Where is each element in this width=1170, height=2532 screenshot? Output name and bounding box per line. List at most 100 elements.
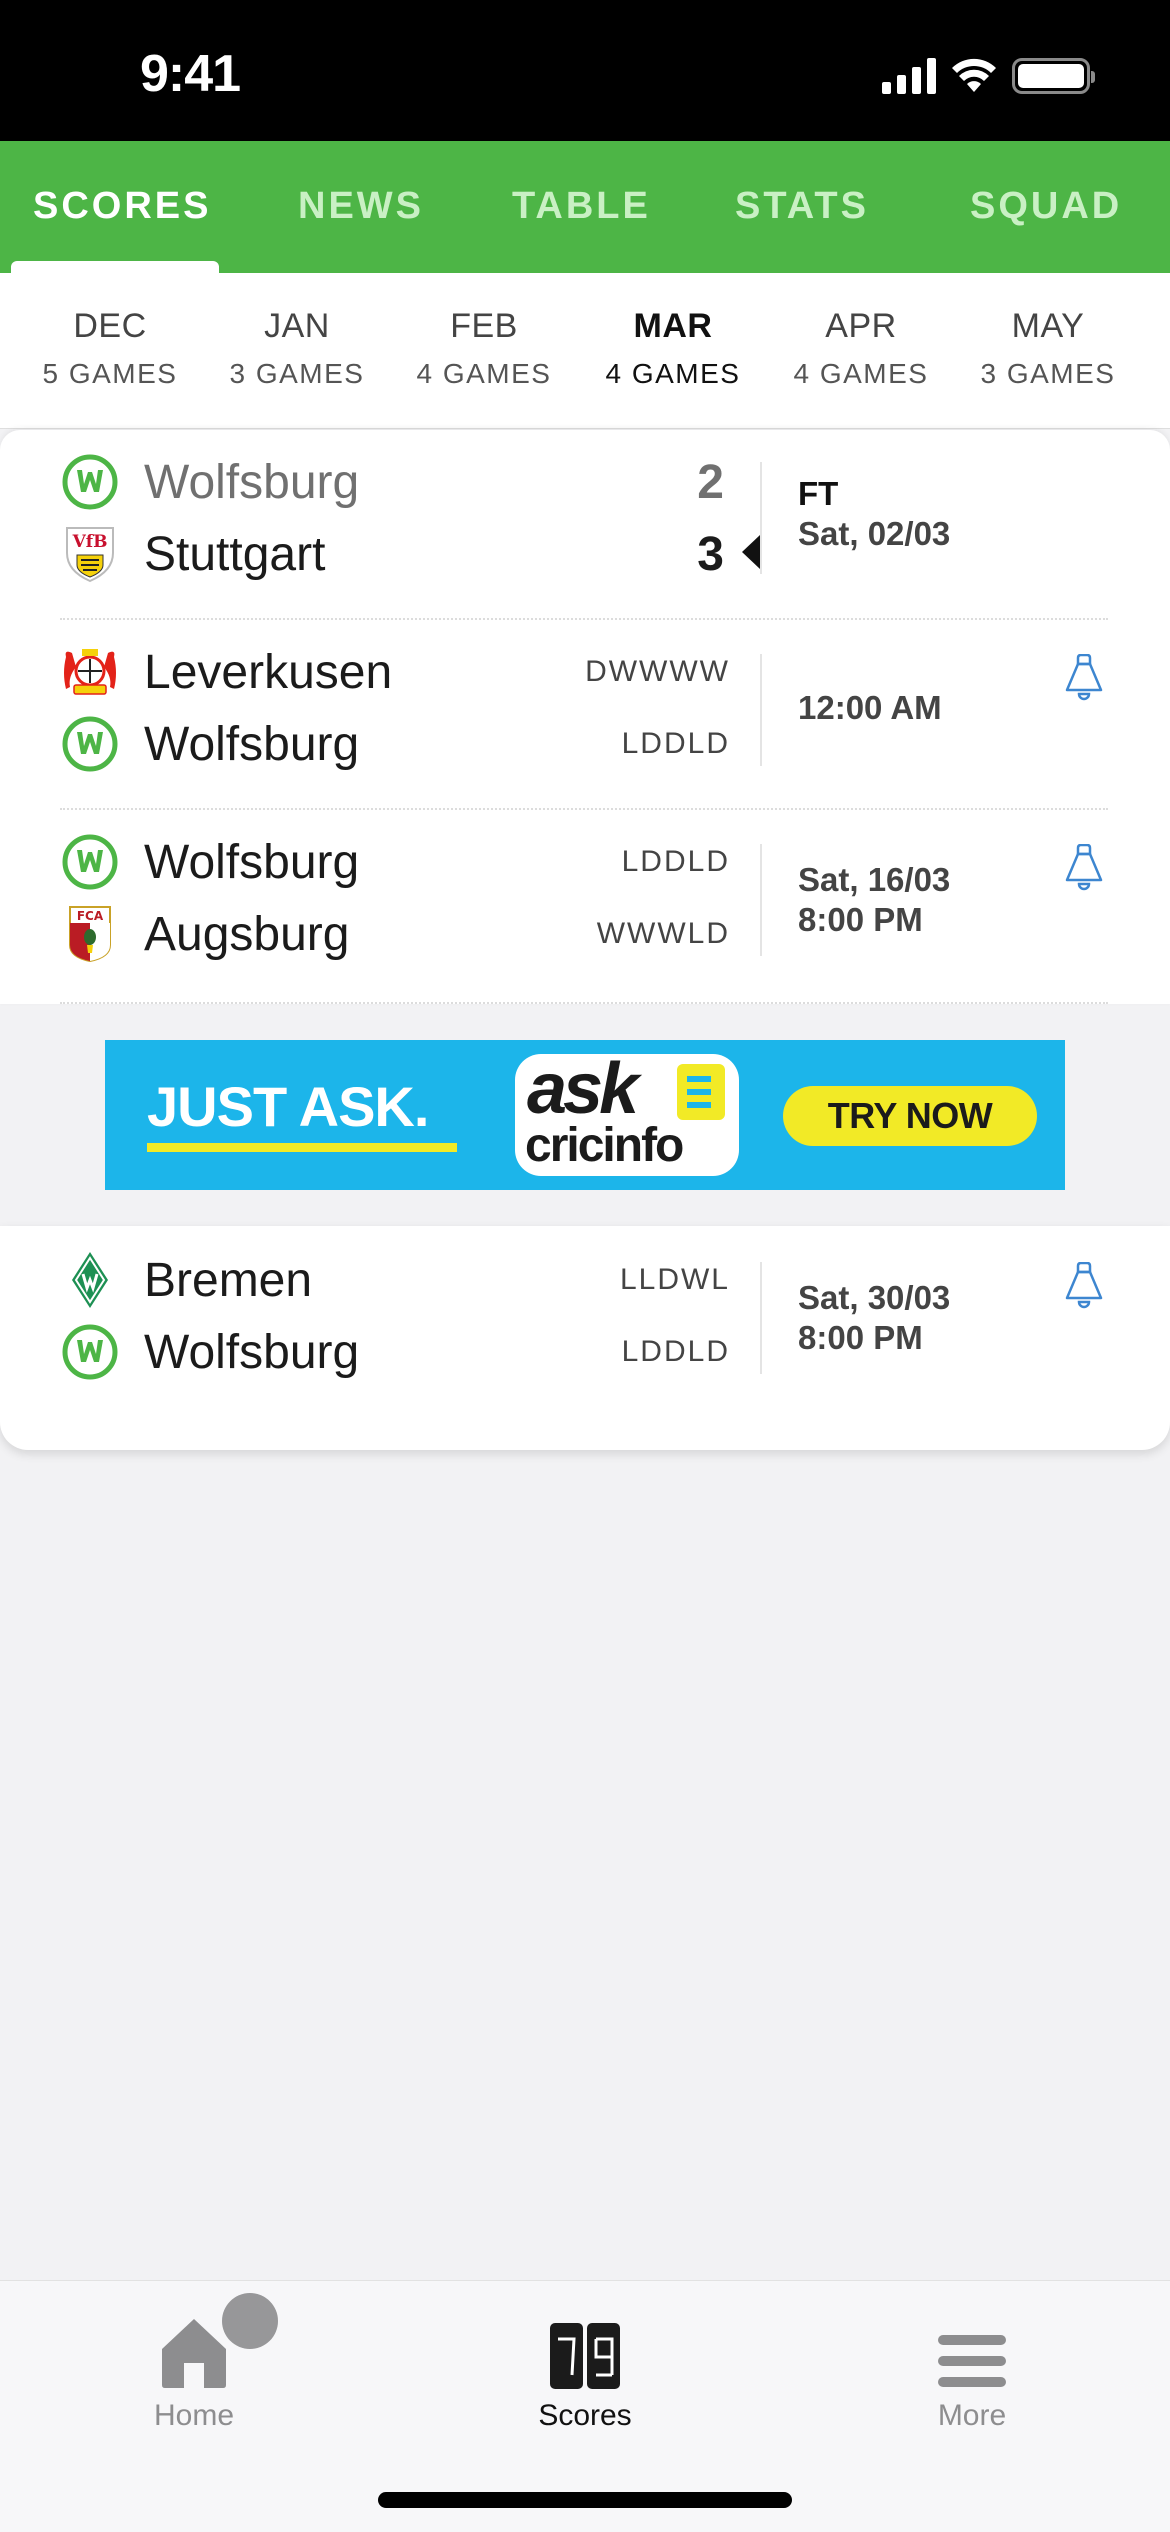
away-team: VfB Stuttgart 3 — [60, 524, 730, 584]
ad-headline: JUST ASK. — [147, 1075, 429, 1138]
bell-icon[interactable] — [1062, 1262, 1106, 1314]
wifi-icon — [952, 58, 996, 92]
away-team: FCA Augsburg WWWLD — [60, 904, 730, 964]
match-date: Sat, 30/03 — [798, 1279, 951, 1316]
team-score: 3 — [697, 527, 724, 581]
home-indicator[interactable] — [378, 2492, 792, 2508]
match-row[interactable]: Wolfsburg LDDLD FCA Augsburg WWWLD Sat, … — [0, 810, 1170, 1000]
month-mar[interactable]: MAR 4 GAMES — [580, 307, 766, 390]
wolfsburg-crest-icon — [60, 452, 120, 512]
notification-badge — [222, 2293, 278, 2349]
wolfsburg-crest-icon — [60, 832, 120, 892]
month-jan[interactable]: JAN 3 GAMES — [204, 307, 390, 390]
svg-text:FCA: FCA — [77, 909, 104, 923]
column-divider — [760, 1262, 762, 1374]
match-row[interactable]: Bremen LLDWL Wolfsburg LDDLD Sat, 30/03 … — [0, 1226, 1170, 1416]
tab-stats[interactable]: STATS — [735, 185, 869, 228]
home-team: Wolfsburg LDDLD — [60, 832, 730, 892]
ad-logo-bottom: cricinfo — [525, 1119, 684, 1172]
team-form: WWWLD — [596, 917, 730, 950]
fixtures-card: Bremen LLDWL Wolfsburg LDDLD Sat, 30/03 … — [0, 1226, 1170, 1450]
ad-cta-button[interactable]: TRY NOW — [783, 1086, 1037, 1146]
match-date: Sat, 02/03 — [798, 515, 951, 552]
match-info: 12:00 AM — [798, 688, 942, 728]
nav-home[interactable]: Home — [94, 2293, 294, 2433]
active-tab-indicator — [11, 261, 219, 273]
away-team: Wolfsburg LDDLD — [60, 714, 730, 774]
month-name: DEC — [73, 307, 147, 345]
ask-cricinfo-logo: ask cricinfo — [515, 1049, 739, 1176]
match-status: FT — [798, 475, 839, 512]
month-feb[interactable]: FEB 4 GAMES — [391, 307, 577, 390]
wolfsburg-crest-icon — [60, 714, 120, 774]
match-time: 8:00 PM — [798, 901, 923, 938]
month-dec[interactable]: DEC 5 GAMES — [17, 307, 203, 390]
home-team: Wolfsburg 2 — [60, 452, 730, 512]
match-time: 8:00 PM — [798, 1319, 923, 1356]
nav-scores[interactable]: Scores — [485, 2299, 685, 2433]
match-info: Sat, 30/03 8:00 PM — [798, 1278, 950, 1358]
team-name: Wolfsburg — [144, 1325, 360, 1379]
team-score: 2 — [697, 455, 724, 509]
nav-label: More — [937, 2399, 1007, 2432]
fixtures-card: Wolfsburg 2 VfB Stuttgart 3 FT Sat, 02/0… — [0, 430, 1170, 1004]
chat-bubble-icon — [677, 1064, 725, 1120]
team-form: LLDWL — [619, 1263, 730, 1296]
scoreboard-icon — [550, 2323, 620, 2389]
team-name: Augsburg — [144, 907, 350, 961]
bremen-crest-icon — [60, 1250, 120, 1310]
away-team: Wolfsburg LDDLD — [60, 1322, 730, 1382]
month-name: APR — [825, 307, 897, 345]
match-time: 12:00 AM — [798, 689, 942, 726]
status-time: 9:41 — [140, 45, 241, 103]
month-name: MAY — [1011, 307, 1085, 345]
winner-arrow-icon — [742, 535, 760, 569]
ad-banner[interactable]: JUST ASK. ask cricinfo TRY NOW — [105, 1040, 1065, 1190]
month-name: JAN — [264, 307, 330, 345]
menu-icon-wrap — [872, 2299, 1072, 2389]
month-game-count: 3 GAMES — [980, 358, 1116, 389]
month-game-count: 4 GAMES — [605, 358, 741, 389]
team-name: Leverkusen — [144, 645, 393, 699]
month-game-count: 4 GAMES — [416, 358, 552, 389]
home-icon — [162, 2319, 226, 2388]
month-may[interactable]: MAY 3 GAMES — [955, 307, 1141, 390]
column-divider — [760, 654, 762, 766]
match-row[interactable]: Wolfsburg 2 VfB Stuttgart 3 FT Sat, 02/0… — [0, 430, 1170, 620]
team-name: Bremen — [144, 1253, 313, 1307]
match-info: FT Sat, 02/03 — [798, 474, 950, 554]
tab-news[interactable]: NEWS — [298, 185, 424, 228]
home-team: Bremen LLDWL — [60, 1250, 730, 1310]
row-divider — [60, 1002, 1108, 1004]
svg-text:VfB: VfB — [72, 532, 108, 552]
match-row[interactable]: Leverkusen DWWWW Wolfsburg LDDLD 12:00 A… — [0, 620, 1170, 810]
nav-more[interactable]: More — [872, 2299, 1072, 2433]
match-date: Sat, 16/03 — [798, 861, 951, 898]
leverkusen-crest-icon — [60, 642, 120, 702]
month-game-count: 3 GAMES — [229, 358, 365, 389]
team-name: Wolfsburg — [144, 835, 360, 889]
home-icon-wrap — [94, 2293, 294, 2389]
home-team: Leverkusen DWWWW — [60, 642, 730, 702]
team-form: LDDLD — [621, 1335, 730, 1368]
team-name: Wolfsburg — [144, 717, 360, 771]
bell-icon[interactable] — [1062, 844, 1106, 896]
bell-icon[interactable] — [1062, 654, 1106, 706]
nav-label: Scores — [538, 2399, 632, 2432]
team-form: LDDLD — [621, 845, 730, 878]
section-tabs: SCORES NEWS TABLE STATS SQUAD — [0, 141, 1170, 273]
tab-scores[interactable]: SCORES — [33, 185, 211, 228]
wolfsburg-crest-icon — [60, 1322, 120, 1382]
stuttgart-crest-icon: VfB — [60, 524, 120, 584]
scoreboard-icon-wrap — [485, 2299, 685, 2389]
column-divider — [760, 844, 762, 956]
nav-label: Home — [153, 2399, 235, 2432]
ad-underline — [147, 1143, 457, 1152]
month-apr[interactable]: APR 4 GAMES — [768, 307, 954, 390]
team-name: Wolfsburg — [144, 455, 360, 509]
augsburg-crest-icon: FCA — [60, 904, 120, 964]
month-game-count: 5 GAMES — [42, 358, 178, 389]
column-divider — [760, 462, 762, 574]
tab-squad[interactable]: SQUAD — [970, 185, 1122, 228]
tab-table[interactable]: TABLE — [512, 185, 651, 228]
